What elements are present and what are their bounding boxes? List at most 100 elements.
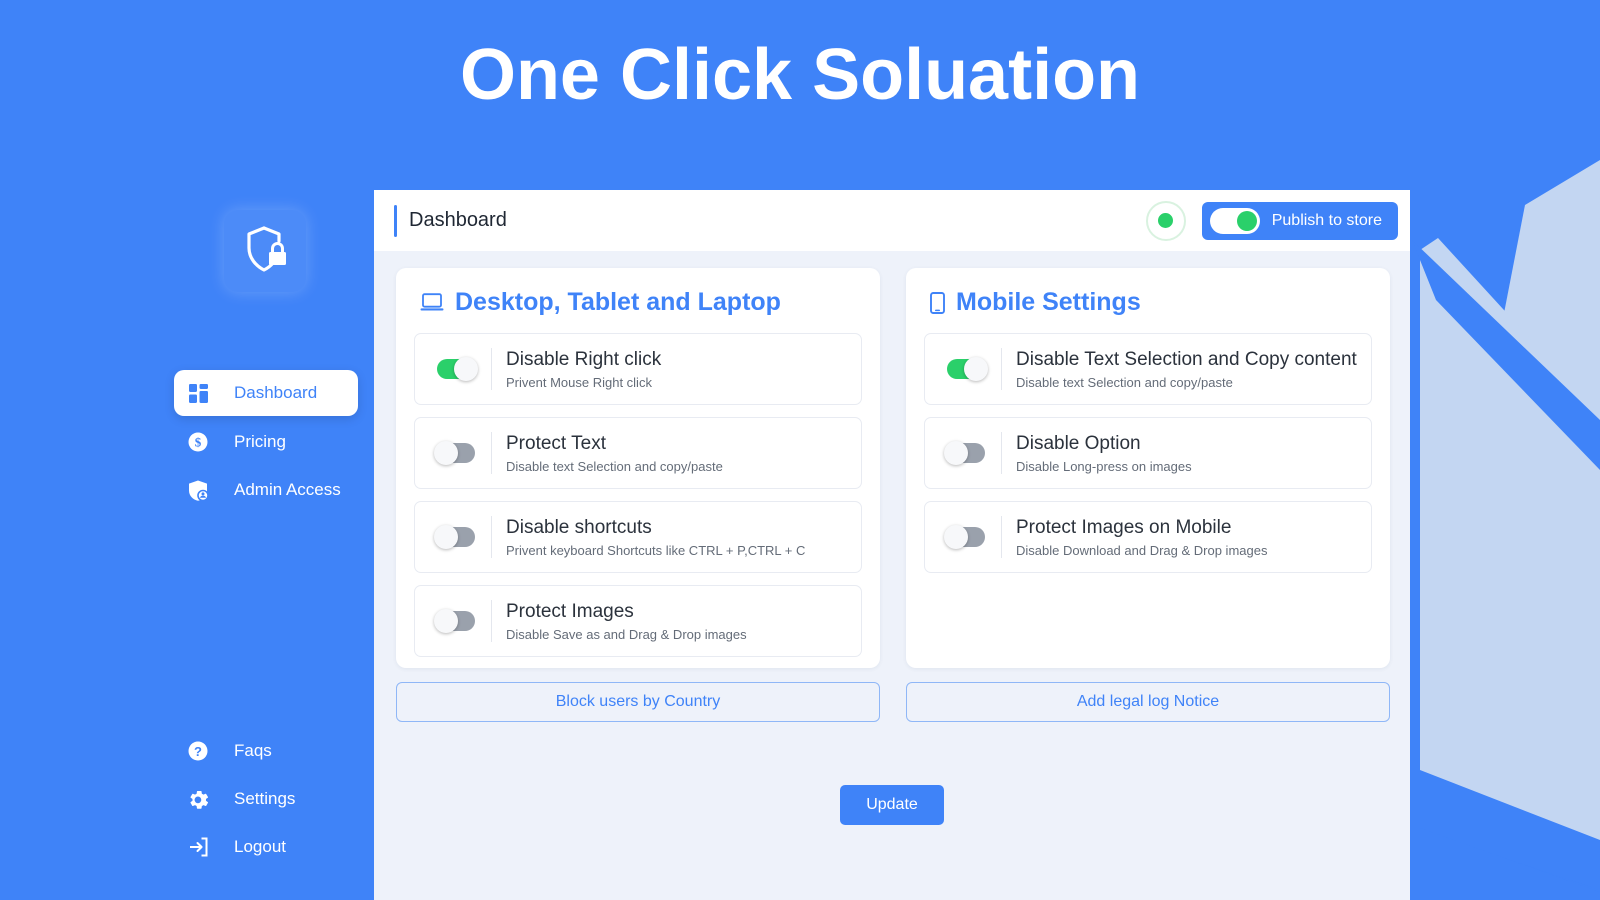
toggle-knob xyxy=(434,609,458,633)
dashboard-header: Dashboard Publish to store xyxy=(374,190,1410,251)
sidebar-item-logout[interactable]: Logout xyxy=(174,825,358,869)
settings-cards: Desktop, Tablet and Laptop Disable Right… xyxy=(396,268,1410,722)
add-legal-log-notice-button[interactable]: Add legal log Notice xyxy=(906,682,1390,722)
green-status-dot xyxy=(1145,200,1186,241)
sidebar-item-pricing[interactable]: $ Pricing xyxy=(174,420,358,464)
setting-subtitle: Disable Save as and Drag & Drop images xyxy=(506,626,747,642)
grid-dashboard-icon xyxy=(184,381,212,405)
setting-row[interactable]: Protect Images on Mobile Disable Downloa… xyxy=(924,501,1372,573)
desktop-card-title: Desktop, Tablet and Laptop xyxy=(455,288,781,316)
sidebar-item-label: Admin Access xyxy=(234,480,341,499)
svg-text:?: ? xyxy=(194,744,202,759)
setting-title: Disable Text Selection and Copy content xyxy=(1016,349,1357,371)
setting-subtitle: Privent keyboard Shortcuts like CTRL + P… xyxy=(506,542,806,558)
row-text: Disable shortcuts Privent keyboard Short… xyxy=(506,516,805,558)
setting-row[interactable]: Disable Right click Privent Mouse Right … xyxy=(414,333,862,405)
row-text: Disable Right click Privent Mouse Right … xyxy=(506,348,661,390)
row-divider xyxy=(1001,516,1002,558)
sidebar-item-label: Logout xyxy=(234,837,286,856)
toggle-disable-shortcuts[interactable] xyxy=(434,525,475,549)
toggle-knob xyxy=(434,525,458,549)
publish-to-store-button[interactable]: Publish to store xyxy=(1201,201,1398,240)
row-text: Disable Option Disable Long-press on ima… xyxy=(1016,432,1192,474)
logout-arrow-icon xyxy=(184,835,212,859)
setting-subtitle: Disable Download and Drag & Drop images xyxy=(1016,542,1268,558)
page-title: One Click Soluation xyxy=(459,35,1141,115)
row-divider xyxy=(1001,432,1002,474)
laptop-icon xyxy=(420,293,444,312)
sidebar-item-label: Faqs xyxy=(234,741,272,760)
row-text: Disable Text Selection and Copy content … xyxy=(1016,348,1357,390)
setting-title: Protect Text xyxy=(506,433,606,455)
dollar-coin-icon: $ xyxy=(184,430,212,454)
setting-title: Disable Option xyxy=(1016,433,1141,455)
toggle-knob xyxy=(944,441,968,465)
shield-lock-icon xyxy=(242,225,288,278)
toggle-disable-right-click[interactable] xyxy=(437,357,478,381)
setting-row[interactable]: Disable Option Disable Long-press on ima… xyxy=(924,417,1372,489)
publish-to-store-label: Publish to store xyxy=(1271,211,1382,229)
row-divider xyxy=(491,432,492,474)
toggle-disable-option[interactable] xyxy=(944,441,985,465)
toggle-disable-text-selection[interactable] xyxy=(947,357,988,381)
setting-row[interactable]: Protect Text Disable text Selection and … xyxy=(414,417,862,489)
row-text: Protect Images Disable Save as and Drag … xyxy=(506,600,747,642)
setting-subtitle: Privent Mouse Right click xyxy=(506,374,652,390)
page-heading: Dashboard xyxy=(409,209,507,231)
setting-subtitle: Disable text Selection and copy/paste xyxy=(506,458,723,474)
sidebar-item-faqs[interactable]: ? Faqs xyxy=(174,729,358,773)
svg-text:$: $ xyxy=(195,435,202,450)
row-divider xyxy=(491,600,492,642)
setting-subtitle: Disable text Selection and copy/paste xyxy=(1016,374,1233,390)
row-divider xyxy=(491,348,492,390)
setting-title: Disable shortcuts xyxy=(506,517,652,539)
toggle-knob xyxy=(964,357,988,381)
sidebar-item-label: Settings xyxy=(234,789,296,808)
setting-title: Protect Images on Mobile xyxy=(1016,517,1232,539)
row-divider xyxy=(1001,348,1002,390)
update-button-row: Update xyxy=(374,785,1410,825)
setting-title: Protect Images xyxy=(506,601,634,623)
publish-toggle[interactable] xyxy=(1209,207,1260,234)
block-users-by-country-button[interactable]: Block users by Country xyxy=(396,682,880,722)
mobile-card-title: Mobile Settings xyxy=(956,288,1141,316)
sidebar-item-settings[interactable]: Settings xyxy=(174,777,358,821)
sidebar-item-admin-access[interactable]: Admin Access xyxy=(174,468,358,512)
toggle-protect-text[interactable] xyxy=(434,441,475,465)
update-button[interactable]: Update xyxy=(840,785,944,825)
gear-icon xyxy=(184,787,212,811)
toggle-knob xyxy=(454,357,478,381)
publish-toggle-knob xyxy=(1236,210,1257,231)
toggle-protect-images[interactable] xyxy=(434,609,475,633)
toggle-knob xyxy=(944,525,968,549)
question-circle-icon: ? xyxy=(184,739,212,763)
setting-row[interactable]: Protect Images Disable Save as and Drag … xyxy=(414,585,862,657)
setting-row[interactable]: Disable Text Selection and Copy content … xyxy=(924,333,1372,405)
toggle-protect-images-on-mobile[interactable] xyxy=(944,525,985,549)
toggle-knob xyxy=(434,441,458,465)
sidebar-nav-secondary: ? Faqs Settings Logout xyxy=(174,729,358,873)
desktop-settings-column: Desktop, Tablet and Laptop Disable Right… xyxy=(396,268,880,722)
brand-logo xyxy=(224,210,306,292)
main-content: Dashboard Publish to store Desktop, Tabl… xyxy=(374,190,1410,900)
shield-user-icon xyxy=(184,478,212,502)
mobile-card-header: Mobile Settings xyxy=(924,288,1372,317)
setting-subtitle: Disable Long-press on images xyxy=(1016,458,1192,474)
mobile-phone-icon xyxy=(930,291,945,314)
row-divider xyxy=(491,516,492,558)
header-actions: Publish to store xyxy=(1145,200,1410,241)
header-accent-bar xyxy=(394,204,397,237)
row-text: Protect Images on Mobile Disable Downloa… xyxy=(1016,516,1267,558)
sidebar-item-label: Dashboard xyxy=(234,383,318,402)
setting-title: Disable Right click xyxy=(506,349,662,371)
sidebar: Dashboard $ Pricing Admin Access ? Faqs … xyxy=(0,0,374,900)
mobile-settings-card: Mobile Settings Disable Text Selection a… xyxy=(906,268,1390,668)
setting-row[interactable]: Disable shortcuts Privent keyboard Short… xyxy=(414,501,862,573)
desktop-settings-card: Desktop, Tablet and Laptop Disable Right… xyxy=(396,268,880,668)
status-dot-inner xyxy=(1158,213,1174,228)
row-text: Protect Text Disable text Selection and … xyxy=(506,432,723,474)
desktop-card-header: Desktop, Tablet and Laptop xyxy=(414,288,862,317)
sidebar-nav-primary: Dashboard $ Pricing Admin Access xyxy=(174,370,358,516)
sidebar-item-label: Pricing xyxy=(234,432,286,451)
sidebar-item-dashboard[interactable]: Dashboard xyxy=(174,370,358,416)
